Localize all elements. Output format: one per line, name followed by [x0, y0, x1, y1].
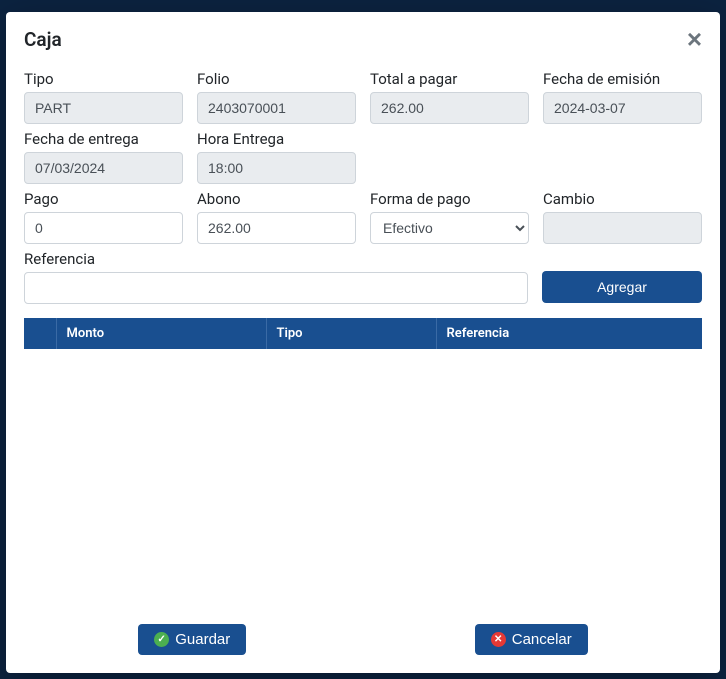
modal-title: Caja: [24, 28, 62, 51]
hora-entrega-field: [197, 152, 356, 184]
fecha-entrega-label: Fecha de entrega: [24, 130, 183, 148]
table-header-action: [24, 318, 56, 349]
modal-body: Tipo Folio Total a pagar Fecha de emisió…: [6, 64, 720, 608]
table-header-referencia: Referencia: [436, 318, 702, 349]
folio-field: [197, 92, 356, 124]
payments-table: Monto Tipo Referencia: [24, 318, 702, 349]
fecha-entrega-field: [24, 152, 183, 184]
cancelar-button[interactable]: ✕ Cancelar: [475, 624, 588, 655]
pago-input[interactable]: [24, 212, 183, 244]
guardar-button[interactable]: ✓ Guardar: [138, 624, 246, 655]
referencia-label: Referencia: [24, 250, 528, 268]
hora-entrega-label: Hora Entrega: [197, 130, 356, 148]
check-icon: ✓: [154, 632, 169, 647]
referencia-input[interactable]: [24, 272, 528, 304]
tipo-label: Tipo: [24, 70, 183, 88]
fecha-emision-field: [543, 92, 702, 124]
cambio-label: Cambio: [543, 190, 702, 208]
modal-header: Caja ×: [6, 12, 720, 64]
table-header-monto: Monto: [56, 318, 266, 349]
forma-pago-select[interactable]: Efectivo: [370, 212, 529, 244]
abono-input[interactable]: [197, 212, 356, 244]
cambio-field: [543, 212, 702, 244]
cancelar-label: Cancelar: [512, 631, 572, 648]
x-icon: ✕: [491, 632, 506, 647]
abono-label: Abono: [197, 190, 356, 208]
guardar-label: Guardar: [175, 631, 230, 648]
tipo-field: [24, 92, 183, 124]
caja-modal: Caja × Tipo Folio Total a pagar Fecha de…: [6, 12, 720, 673]
table-empty-area: [24, 349, 702, 608]
modal-footer: ✓ Guardar ✕ Cancelar: [6, 608, 720, 673]
pago-label: Pago: [24, 190, 183, 208]
table-header-tipo: Tipo: [266, 318, 436, 349]
forma-pago-label: Forma de pago: [370, 190, 529, 208]
close-icon[interactable]: ×: [687, 26, 702, 52]
total-label: Total a pagar: [370, 70, 529, 88]
folio-label: Folio: [197, 70, 356, 88]
total-field: [370, 92, 529, 124]
agregar-button[interactable]: Agregar: [542, 271, 702, 303]
fecha-emision-label: Fecha de emisión: [543, 70, 702, 88]
